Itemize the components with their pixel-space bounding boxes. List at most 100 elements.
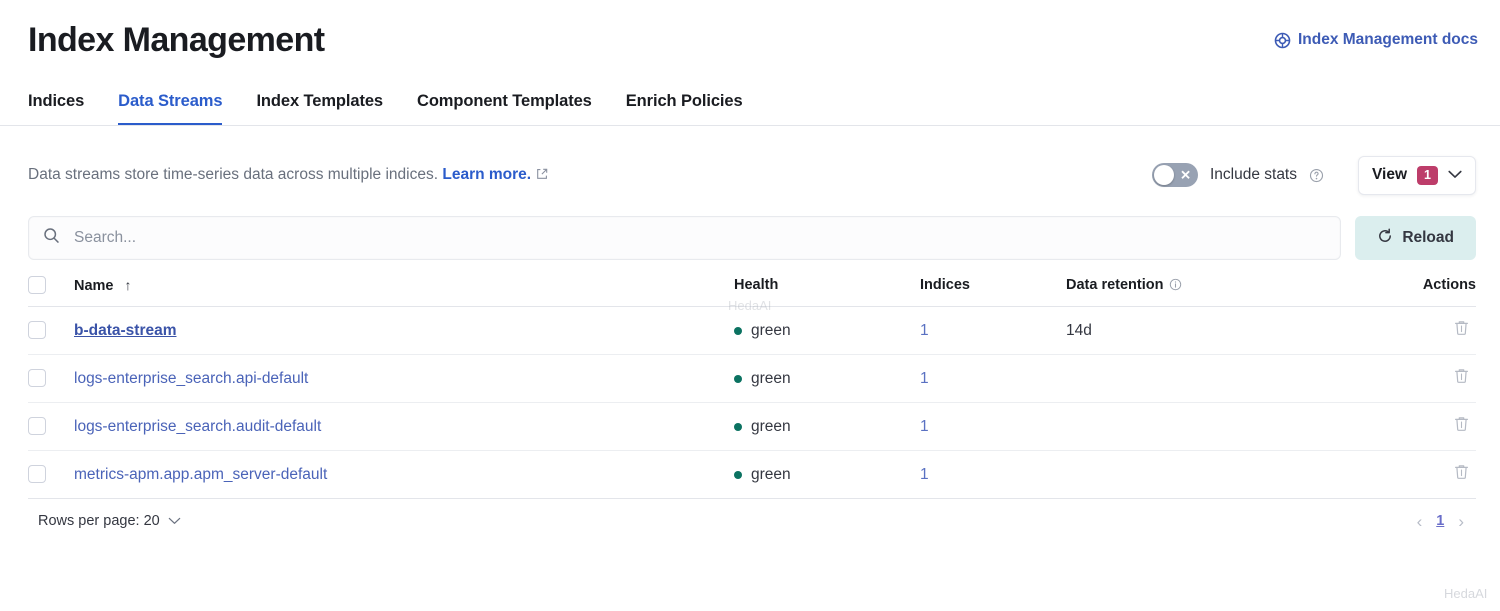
row-retention-cell	[1066, 402, 1366, 451]
reload-button-label: Reload	[1402, 229, 1454, 246]
description-text: Data streams store time-series data acro…	[28, 166, 1152, 185]
data-streams-table-wrap: Name ↑ Health Indices Data retention Act…	[0, 276, 1500, 499]
tab-index-templates[interactable]: Index Templates	[256, 84, 383, 125]
row-retention-cell	[1066, 450, 1366, 499]
rows-per-page-label: Rows per page: 20	[38, 513, 160, 529]
row-checkbox[interactable]	[28, 321, 46, 340]
column-header-name-label: Name	[74, 277, 114, 294]
row-select-cell	[28, 306, 74, 355]
data-streams-table: Name ↑ Health Indices Data retention Act…	[28, 276, 1476, 499]
table-row[interactable]: logs-enterprise_search.audit-default gre…	[28, 402, 1476, 451]
indices-count-link[interactable]: 1	[920, 466, 929, 483]
reload-button[interactable]: Reload	[1355, 216, 1476, 260]
health-label: green	[751, 465, 791, 483]
row-select-cell	[28, 402, 74, 451]
trash-icon	[1453, 321, 1470, 340]
index-management-docs-link[interactable]: Index Management docs	[1274, 31, 1478, 49]
index-management-page: Index Management Index Management docs I…	[0, 0, 1500, 611]
data-stream-link[interactable]: logs-enterprise_search.api-default	[74, 370, 308, 387]
table-row[interactable]: b-data-stream green 1 14d	[28, 306, 1476, 355]
data-stream-link[interactable]: metrics-apm.app.apm_server-default	[74, 466, 327, 483]
sort-ascending-icon: ↑	[124, 276, 132, 293]
rows-per-page-selector[interactable]: Rows per page: 20	[38, 513, 181, 529]
column-header-actions: Actions	[1366, 276, 1476, 307]
trash-icon	[1453, 465, 1470, 484]
column-header-indices[interactable]: Indices	[920, 276, 1066, 307]
row-name-cell: metrics-apm.app.apm_server-default	[74, 450, 734, 499]
column-header-name[interactable]: Name ↑	[74, 276, 734, 307]
info-circle-icon[interactable]	[1169, 278, 1182, 291]
delete-data-stream-button[interactable]	[1453, 319, 1470, 337]
toggle-knob	[1153, 165, 1174, 185]
row-retention-cell: 14d	[1066, 306, 1366, 355]
row-actions-cell	[1366, 402, 1476, 451]
table-header-row: Name ↑ Health Indices Data retention Act…	[28, 276, 1476, 307]
table-head: Name ↑ Health Indices Data retention Act…	[28, 276, 1476, 307]
row-indices-cell: 1	[920, 450, 1066, 499]
indices-count-link[interactable]: 1	[920, 370, 929, 387]
health-dot-icon	[734, 374, 742, 383]
row-name-cell: b-data-stream	[74, 306, 734, 355]
trash-icon	[1453, 369, 1470, 388]
health-dot-icon	[734, 470, 742, 479]
table-row[interactable]: metrics-apm.app.apm_server-default green…	[28, 450, 1476, 499]
help-ring-icon	[1274, 32, 1291, 49]
search-input[interactable]	[72, 217, 1327, 259]
view-button[interactable]: View 1	[1358, 155, 1476, 195]
retention-value: 14d	[1066, 321, 1092, 339]
indices-count-link[interactable]: 1	[920, 322, 929, 339]
column-header-retention-label: Data retention	[1066, 277, 1164, 293]
include-stats-toggle[interactable]: ✕	[1151, 163, 1198, 187]
select-all-checkbox[interactable]	[28, 276, 46, 294]
row-checkbox[interactable]	[28, 465, 46, 484]
row-checkbox[interactable]	[28, 369, 46, 388]
delete-data-stream-button[interactable]	[1453, 415, 1470, 433]
tab-data-streams[interactable]: Data Streams	[118, 84, 223, 125]
toggle-off-mark: ✕	[1180, 167, 1191, 183]
row-actions-cell	[1366, 354, 1476, 403]
previous-page-button[interactable]: ‹	[1417, 513, 1423, 530]
search-row: Reload	[0, 216, 1500, 260]
indices-count-link[interactable]: 1	[920, 418, 929, 435]
table-body: b-data-stream green 1 14d logs-enterpris…	[28, 306, 1476, 499]
search-box[interactable]	[28, 216, 1342, 260]
learn-more-link[interactable]: Learn more.	[442, 166, 531, 183]
search-icon	[43, 227, 60, 249]
health-label: green	[751, 417, 791, 435]
tab-indices[interactable]: Indices	[28, 84, 84, 125]
page-header: Index Management Index Management docs	[0, 0, 1500, 62]
table-row[interactable]: logs-enterprise_search.api-default green…	[28, 354, 1476, 403]
health-status: green	[734, 466, 920, 484]
health-status: green	[734, 370, 920, 388]
refresh-icon	[1377, 228, 1393, 249]
view-button-label: View	[1372, 166, 1408, 183]
row-retention-cell	[1066, 354, 1366, 403]
health-status: green	[734, 322, 920, 340]
description-controls: ✕ Include stats View 1	[1151, 155, 1476, 195]
row-health-cell: green	[734, 402, 920, 451]
question-circle-icon[interactable]	[1309, 168, 1324, 183]
data-stream-link[interactable]: b-data-stream	[74, 322, 177, 339]
chevron-down-icon	[168, 513, 181, 529]
tab-component-templates[interactable]: Component Templates	[417, 84, 592, 125]
next-page-button[interactable]: ›	[1458, 513, 1464, 530]
tab-enrich-policies[interactable]: Enrich Policies	[626, 84, 743, 125]
row-health-cell: green	[734, 306, 920, 355]
table-footer: Rows per page: 20 ‹ 1 ›	[0, 499, 1500, 543]
page-number-1[interactable]: 1	[1436, 513, 1444, 529]
row-checkbox[interactable]	[28, 417, 46, 436]
external-link-icon	[536, 167, 548, 185]
row-name-cell: logs-enterprise_search.audit-default	[74, 402, 734, 451]
row-actions-cell	[1366, 450, 1476, 499]
view-count-badge: 1	[1417, 165, 1438, 185]
row-health-cell: green	[734, 450, 920, 499]
health-dot-icon	[734, 326, 742, 335]
delete-data-stream-button[interactable]	[1453, 367, 1470, 385]
delete-data-stream-button[interactable]	[1453, 463, 1470, 481]
row-indices-cell: 1	[920, 354, 1066, 403]
data-stream-link[interactable]: logs-enterprise_search.audit-default	[74, 418, 321, 435]
column-header-health[interactable]: Health	[734, 276, 920, 307]
health-dot-icon	[734, 422, 742, 431]
include-stats-label: Include stats	[1209, 166, 1297, 183]
column-header-retention[interactable]: Data retention	[1066, 276, 1366, 307]
